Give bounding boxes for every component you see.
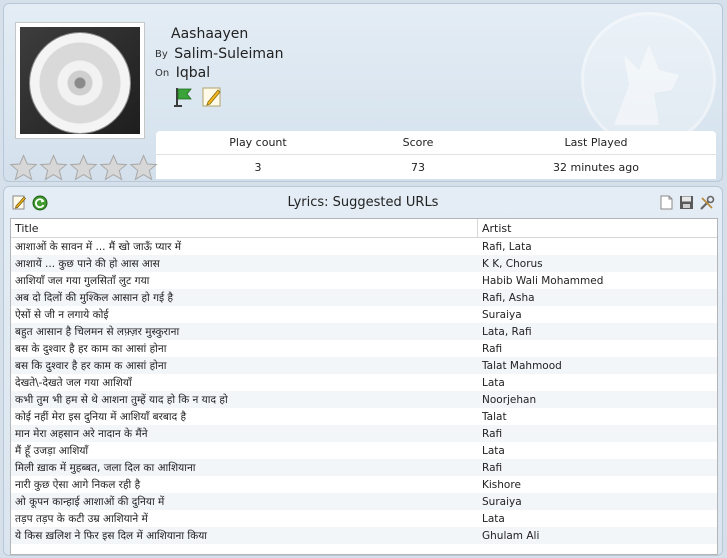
table-row[interactable]: नारी कुछ ऐसा आगे निकल रही है Kishore	[11, 476, 717, 493]
song-title-cell: कोई नहीं मेरा इस दुनिया में आशियाँ बरबाद…	[15, 410, 187, 423]
table-row[interactable]: कभी तुम भी हम से थे आशना तुम्हें याद हो …	[11, 391, 717, 408]
song-title-cell: बस कि दुश्वार है हर काम क आसां होना	[15, 359, 167, 372]
song-title-cell: आशायें ... कुछ पाने की हो आस आस	[15, 257, 160, 270]
artist-cell: K K, Chorus	[482, 257, 543, 270]
song-title-cell: ये किस ख़लिश ने फिर इस दिल में आशियाना क…	[15, 529, 208, 542]
table-row[interactable]: मैं हूँ उजड़ा आशियाँ Lata	[11, 442, 717, 459]
score-value: 73	[411, 160, 425, 174]
table-row[interactable]: बहुत आसान है चिलमन से लफ़्ज़र मुस्कुराना…	[11, 323, 717, 340]
table-row[interactable]: आशाओं के सावन में ... मैं खो जाऊँ प्यार …	[11, 238, 717, 255]
star-icon[interactable]	[69, 154, 98, 181]
star-icon[interactable]	[129, 154, 158, 181]
star-icon[interactable]	[39, 154, 68, 181]
song-title-cell: मान मेरा अहसान अरे नादान के मैंने	[15, 427, 148, 440]
lyrics-title: Lyrics: Suggested URLs	[287, 195, 439, 210]
song-title-cell: आशाओं के सावन में ... मैं खो जाऊँ प्यार …	[15, 240, 182, 253]
artist-cell: Lata, Rafi	[482, 325, 532, 338]
on-label: On	[155, 68, 170, 79]
lyrics-url-table[interactable]: Title Artist आशाओं के सावन में ... मैं ख…	[10, 218, 718, 555]
track-title: Aashaayen	[171, 26, 249, 42]
song-title-cell: बस के दुश्वार है हर काम का आसां होना	[15, 342, 167, 355]
settings-icon[interactable]	[698, 194, 715, 211]
artist-cell: Rafi	[482, 427, 503, 440]
artist-row: By Salim-Suleiman	[155, 46, 283, 62]
artist-cell: Talat Mahmood	[482, 359, 562, 372]
title-column-header[interactable]: Title	[11, 219, 478, 237]
table-row[interactable]: आशायें ... कुछ पाने की हो आस आस K K, Chor…	[11, 255, 717, 272]
artist-cell: Habib Wali Mohammed	[482, 274, 604, 287]
table-row[interactable]: अब दो दिलों की मुश्किल आसान हो गई है Rafi…	[11, 289, 717, 306]
table-row[interactable]: ऐसों से जी न लगाये कोई Suraiya	[11, 306, 717, 323]
table-row[interactable]: मिली ख़ाक में मुहब्बत, जला दिल का आशियान…	[11, 459, 717, 476]
artist-cell: Rafi	[482, 461, 503, 474]
lyrics-panel: Lyrics: Suggested URLs Title Artist आशाओ…	[3, 186, 723, 556]
album-name[interactable]: Iqbal	[176, 65, 210, 81]
star-icon[interactable]	[9, 154, 38, 181]
table-row[interactable]: बस कि दुश्वार है हर काम क आसां होना Talat…	[11, 357, 717, 374]
play-count-value: 3	[254, 160, 262, 174]
artist-cell: Rafi	[482, 342, 503, 355]
artist-column-header[interactable]: Artist	[478, 219, 717, 237]
track-actions	[171, 85, 223, 108]
artist-cell: Talat	[482, 410, 507, 423]
artist-cell: Suraiya	[482, 495, 522, 508]
song-title-cell: बहुत आसान है चिलमन से लफ़्ज़र मुस्कुराना	[15, 325, 180, 338]
by-label: By	[155, 49, 168, 60]
table-row[interactable]: देखते\-देखते जल गया आशियाँ Lata	[11, 374, 717, 391]
star-icon[interactable]	[99, 154, 128, 181]
song-title-cell: कभी तुम भी हम से थे आशना तुम्हें याद हो …	[15, 393, 228, 406]
table-row[interactable]: तड़प तड़प के कटी उम्र आशियाने में Lata	[11, 510, 717, 527]
artist-cell: Kishore	[482, 478, 521, 491]
song-title-cell: नारी कुछ ऐसा आगे निकल रही है	[15, 478, 141, 491]
artist-cell: Lata	[482, 444, 505, 457]
play-count-header: Play count	[229, 136, 287, 149]
song-title-cell: मैं हूँ उजड़ा आशियाँ	[15, 444, 89, 457]
song-title-cell: ऐसों से जी न लगाये कोई	[15, 308, 109, 321]
song-title-cell: मिली ख़ाक में मुहब्बत, जला दिल का आशियान…	[15, 461, 196, 474]
last-played-value: 32 minutes ago	[553, 160, 639, 174]
edit-icon[interactable]	[200, 85, 223, 108]
artist-cell: Rafi, Lata	[482, 240, 532, 253]
artist-cell: Ghulam Ali	[482, 529, 540, 542]
table-header: Title Artist	[11, 219, 717, 238]
cover-background	[20, 27, 140, 134]
table-row[interactable]: बस के दुश्वार है हर काम का आसां होना Rafi	[11, 340, 717, 357]
table-row[interactable]: आशियाँ जल गया गुलसिताँ लुट गया Habib Wali…	[11, 272, 717, 289]
table-row[interactable]: कोई नहीं मेरा इस दुनिया में आशियाँ बरबाद…	[11, 408, 717, 425]
artist-cell: Noorjehan	[482, 393, 537, 406]
lyrics-toolbar-right	[658, 194, 715, 211]
score-header: Score	[402, 136, 434, 149]
artist-cell: Rafi, Asha	[482, 291, 535, 304]
song-title-cell: आशियाँ जल गया गुलसिताँ लुट गया	[15, 274, 150, 287]
track-stats-table: Play count Score Last Played 3 73 32 min…	[156, 131, 716, 179]
wolf-watermark-icon	[581, 12, 716, 147]
new-document-icon[interactable]	[658, 194, 675, 211]
lyrics-toolbar: Lyrics: Suggested URLs	[4, 187, 722, 217]
artist-cell: Lata	[482, 512, 505, 525]
flag-icon[interactable]	[171, 85, 194, 108]
song-title-cell: देखते\-देखते जल गया आशियाँ	[15, 376, 132, 389]
stats-value-row: 3 73 32 minutes ago	[156, 155, 716, 179]
table-row[interactable]: ये किस ख़लिश ने फिर इस दिल में आशियाना क…	[11, 527, 717, 544]
artist-cell: Suraiya	[482, 308, 522, 321]
rating-stars[interactable]	[9, 154, 158, 181]
table-row[interactable]: ओ कूपन कान्हाई आशाओं की दुनिया में Suraiy…	[11, 493, 717, 510]
stats-header-row: Play count Score Last Played	[156, 131, 716, 155]
cd-disc-icon	[30, 33, 130, 133]
last-played-header: Last Played	[564, 136, 628, 149]
album-row: On Iqbal	[155, 65, 210, 81]
save-icon[interactable]	[678, 194, 695, 211]
song-title-cell: अब दो दिलों की मुश्किल आसान हो गई है	[15, 291, 174, 304]
artist-cell: Lata	[482, 376, 505, 389]
song-title-cell: तड़प तड़प के कटी उम्र आशियाने में	[15, 512, 148, 525]
album-cover[interactable]	[15, 22, 145, 139]
now-playing-panel: Aashaayen By Salim-Suleiman On Iqbal Pla…	[3, 3, 723, 182]
song-title-cell: ओ कूपन कान्हाई आशाओं की दुनिया में	[15, 495, 165, 508]
artist-name[interactable]: Salim-Suleiman	[174, 46, 283, 62]
table-body: आशाओं के सावन में ... मैं खो जाऊँ प्यार …	[11, 238, 717, 544]
table-row[interactable]: मान मेरा अहसान अरे नादान के मैंने Rafi	[11, 425, 717, 442]
